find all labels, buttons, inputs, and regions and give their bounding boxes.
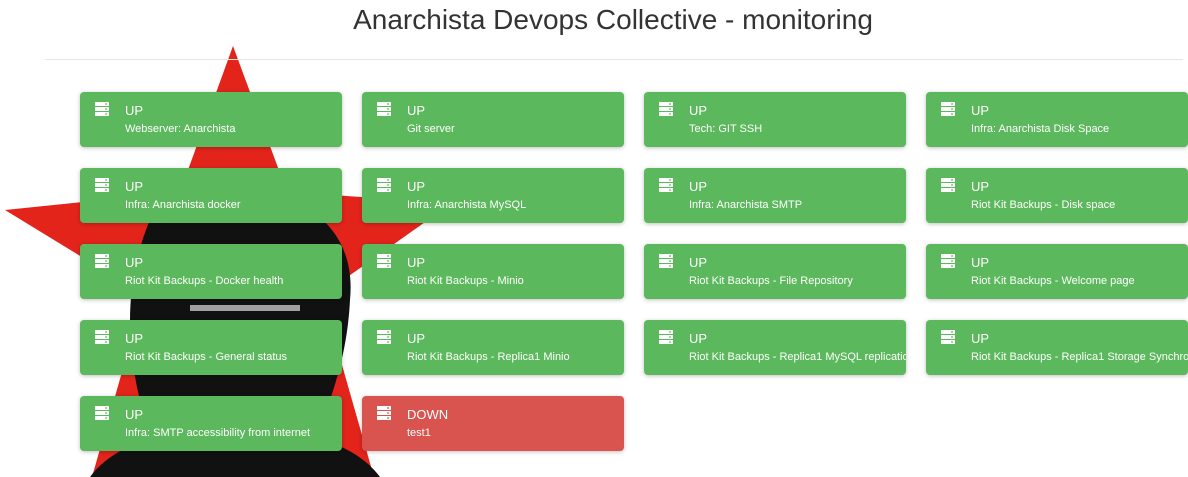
server-icon (659, 178, 673, 192)
monitor-status: UP (689, 331, 708, 346)
monitor-status: UP (125, 407, 144, 422)
monitor-name: Riot Kit Backups - Disk space (971, 199, 1116, 211)
monitor-status: UP (125, 179, 144, 194)
monitor-card[interactable]: UP Riot Kit Backups - Replica1 Minio (362, 320, 624, 375)
monitor-name: Riot Kit Backups - Replica1 Storage Sync… (971, 351, 1188, 363)
server-icon (659, 330, 673, 344)
monitor-status: UP (971, 331, 990, 346)
monitor-status: UP (971, 103, 990, 118)
server-icon (95, 406, 109, 420)
server-icon (941, 254, 955, 268)
monitor-status: UP (689, 179, 708, 194)
monitor-name: Riot Kit Backups - Docker health (125, 275, 284, 287)
monitor-card[interactable]: UP Tech: GIT SSH (644, 92, 906, 147)
server-icon (95, 330, 109, 344)
monitor-status: UP (125, 255, 144, 270)
monitor-name: Tech: GIT SSH (689, 123, 763, 135)
monitor-name: Infra: SMTP accessibility from internet (125, 427, 311, 439)
monitor-name: Infra: Anarchista SMTP (689, 199, 803, 211)
monitor-card[interactable]: UP Infra: Anarchista Disk Space (926, 92, 1188, 147)
monitor-status: UP (407, 179, 426, 194)
monitor-card[interactable]: UP Infra: Anarchista docker (80, 168, 342, 223)
server-icon (377, 406, 391, 420)
monitor-card[interactable]: UP Riot Kit Backups - File Repository (644, 244, 906, 299)
monitor-card[interactable]: UP Infra: SMTP accessibility from interne… (80, 396, 342, 451)
server-icon (377, 178, 391, 192)
monitor-status: UP (407, 331, 426, 346)
monitor-card[interactable]: UP Riot Kit Backups - Replica1 Storage Sy… (926, 320, 1188, 375)
server-icon (95, 254, 109, 268)
monitor-card[interactable]: UP Riot Kit Backups - Replica1 MySQL repl… (644, 320, 906, 375)
monitor-card[interactable]: UP Infra: Anarchista SMTP (644, 168, 906, 223)
monitor-name: Riot Kit Backups - Welcome page (971, 275, 1135, 287)
monitor-status: DOWN (407, 407, 449, 422)
monitor-name: Riot Kit Backups - Minio (407, 275, 524, 287)
monitor-name: Riot Kit Backups - Replica1 Minio (407, 351, 570, 363)
monitor-card[interactable]: UP Riot Kit Backups - Disk space (926, 168, 1188, 223)
monitor-card[interactable]: UP Riot Kit Backups - Minio (362, 244, 624, 299)
monitor-name: Infra: Anarchista MySQL (407, 199, 527, 211)
monitor-card[interactable]: UP Riot Kit Backups - Docker health (80, 244, 342, 299)
server-icon (95, 178, 109, 192)
monitor-name: test1 (407, 427, 431, 439)
server-icon (941, 178, 955, 192)
server-icon (659, 254, 673, 268)
monitor-name: Riot Kit Backups - File Repository (689, 275, 853, 287)
monitor-status: UP (407, 255, 426, 270)
title-divider (45, 59, 1183, 60)
monitor-card[interactable]: UP Git server (362, 92, 624, 147)
monitor-status: UP (407, 103, 426, 118)
monitor-card[interactable]: UP Webserver: Anarchista (80, 92, 342, 147)
monitor-name: Infra: Anarchista Disk Space (971, 123, 1110, 135)
page-title: Anarchista Devops Collective - monitorin… (353, 4, 873, 35)
monitor-name: Riot Kit Backups - Replica1 MySQL replic… (689, 351, 906, 363)
monitor-card[interactable]: UP Infra: Anarchista MySQL (362, 168, 624, 223)
monitor-name: Infra: Anarchista docker (125, 199, 241, 211)
monitor-card[interactable]: UP Riot Kit Backups - Welcome page (926, 244, 1188, 299)
monitor-status: UP (125, 331, 144, 346)
monitor-status: UP (689, 103, 708, 118)
monitor-card[interactable]: UP Riot Kit Backups - General status (80, 320, 342, 375)
server-icon (377, 102, 391, 116)
server-icon (95, 102, 109, 116)
server-icon (377, 330, 391, 344)
monitor-status: UP (971, 179, 990, 194)
monitor-name: Webserver: Anarchista (125, 123, 236, 135)
monitor-status: UP (125, 103, 144, 118)
monitor-status: UP (971, 255, 990, 270)
server-icon (941, 330, 955, 344)
server-icon (941, 102, 955, 116)
monitor-status: UP (689, 255, 708, 270)
monitor-name: Riot Kit Backups - General status (125, 351, 288, 363)
server-icon (659, 102, 673, 116)
monitor-card[interactable]: DOWN test1 (362, 396, 624, 451)
monitor-name: Git server (407, 123, 455, 135)
server-icon (377, 254, 391, 268)
